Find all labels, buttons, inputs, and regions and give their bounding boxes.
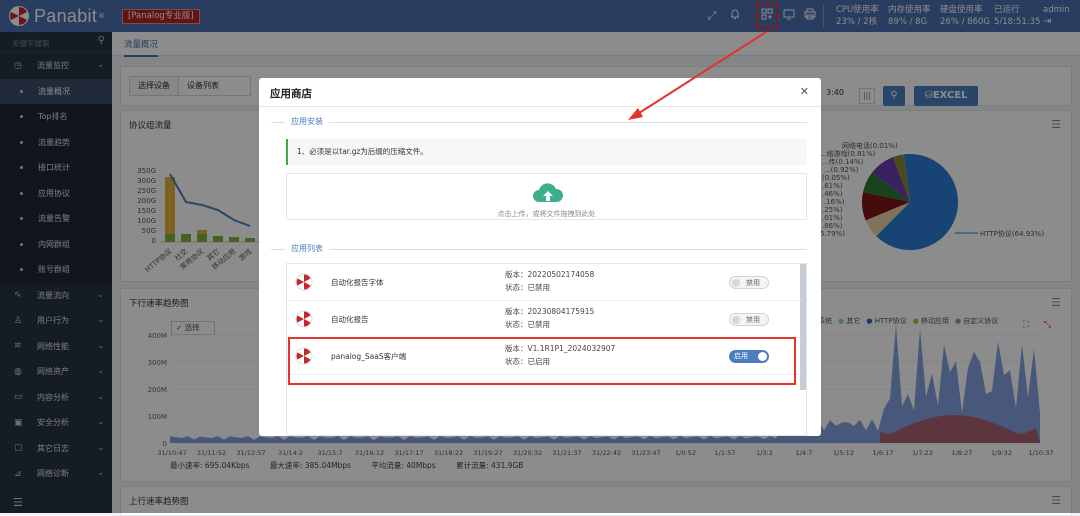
annotation-arrow xyxy=(628,31,767,120)
